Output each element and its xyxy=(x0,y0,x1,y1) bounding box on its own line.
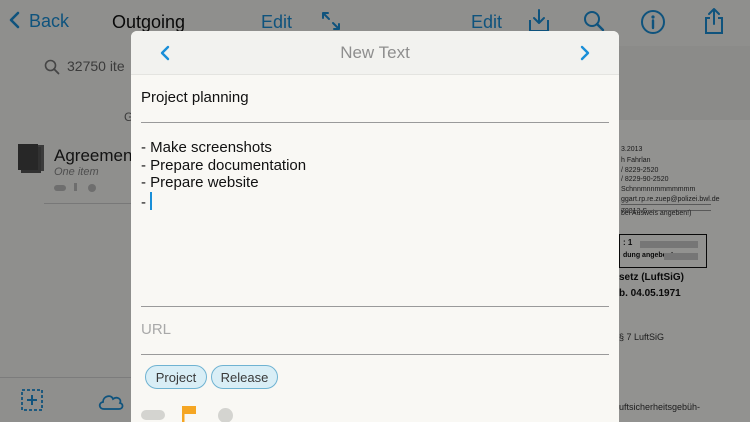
body-line: - Prepare documentation xyxy=(141,156,307,174)
toggle-icon[interactable] xyxy=(141,410,165,420)
title-field[interactable]: Project planning xyxy=(141,87,609,123)
tag-project[interactable]: Project xyxy=(145,365,207,389)
body-line: - xyxy=(141,193,146,211)
text-body-field[interactable]: - Make screenshots - Prepare documentati… xyxy=(141,139,609,307)
text-cursor xyxy=(150,191,152,210)
color-dot-icon[interactable] xyxy=(218,408,233,422)
body-line-current: - xyxy=(141,191,609,211)
modal-title: New Text xyxy=(340,43,410,62)
modal-header: New Text xyxy=(131,31,619,75)
body-line: - Make screenshots xyxy=(141,139,272,156)
tag-release[interactable]: Release xyxy=(211,365,278,389)
chevron-right-icon xyxy=(580,45,590,61)
new-text-modal: New Text Project planning - Make screens… xyxy=(131,31,619,422)
url-field[interactable]: URL xyxy=(141,313,609,355)
flag-icon[interactable] xyxy=(181,405,197,422)
body-line: - Prepare website xyxy=(141,174,259,191)
next-button[interactable] xyxy=(573,39,597,67)
